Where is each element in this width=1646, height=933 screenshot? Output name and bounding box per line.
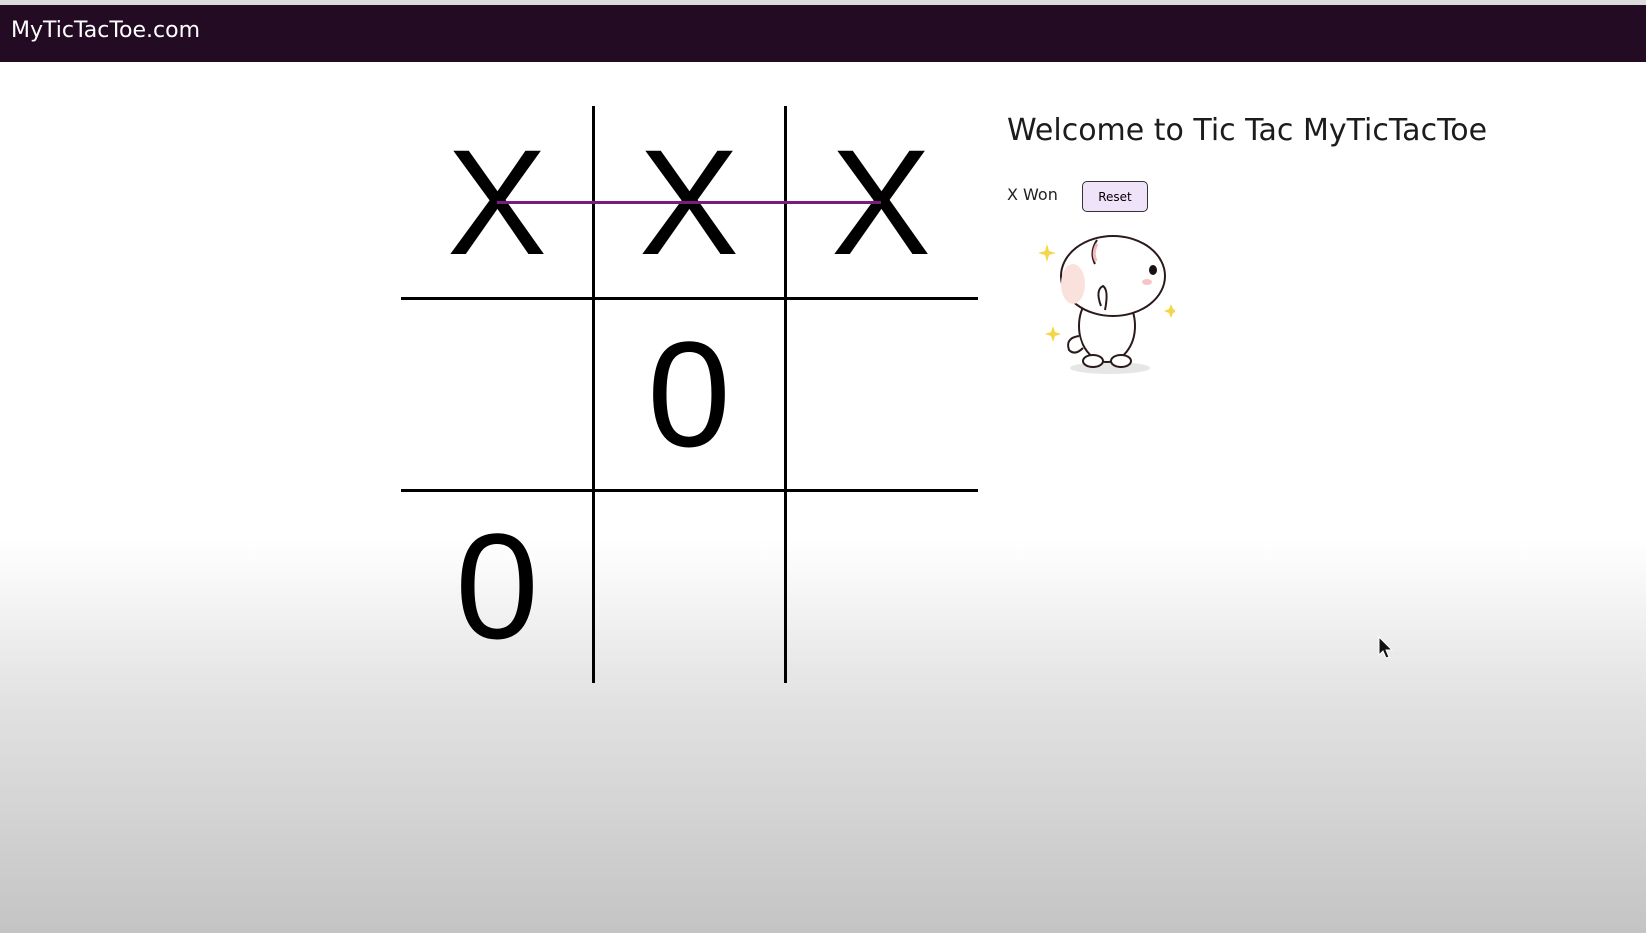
board-cell-4[interactable] <box>401 298 593 490</box>
board-cell-8[interactable] <box>593 490 785 682</box>
board-cell-9[interactable] <box>785 490 977 682</box>
game-status: X Won <box>1007 185 1058 204</box>
game-board: X X X 0 0 <box>401 106 978 683</box>
board-cell-7[interactable]: 0 <box>401 490 593 682</box>
mouse-pointer-icon <box>1378 636 1394 659</box>
navbar: MyTicTacToe.com <box>0 5 1646 62</box>
cat-sticker-icon <box>1038 235 1175 374</box>
brand-link[interactable]: MyTicTacToe.com <box>11 18 200 43</box>
board-cell-6[interactable] <box>785 298 977 490</box>
winning-strike-line <box>497 201 881 204</box>
reset-button[interactable]: Reset <box>1082 181 1148 212</box>
board-cell-5[interactable]: 0 <box>593 298 785 490</box>
page-title: Welcome to Tic Tac MyTicTacToe <box>1007 113 1488 148</box>
